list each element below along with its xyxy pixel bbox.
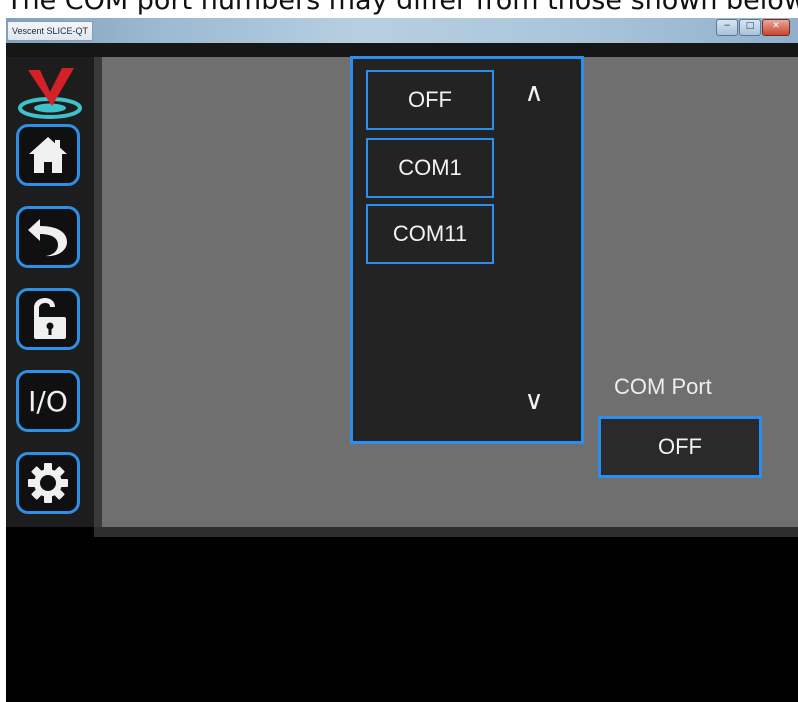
caption-text: The COM port numbers may differ from tho… <box>6 0 798 16</box>
main-bottom-bar <box>94 527 798 537</box>
option-off[interactable]: OFF <box>366 70 494 130</box>
window-controls: − □ ✕ <box>716 19 790 36</box>
io-button[interactable]: I/O <box>16 370 80 432</box>
app-window: Vescent SLICE-QT − □ ✕ I/O OFF COM1 COM1… <box>6 18 798 702</box>
option-com11[interactable]: COM11 <box>366 204 494 264</box>
gear-icon <box>28 463 68 503</box>
header-band <box>6 43 798 57</box>
scroll-down-button[interactable]: ∨ <box>519 386 549 416</box>
back-button[interactable] <box>16 206 80 268</box>
scroll-up-button[interactable]: ∧ <box>519 78 549 108</box>
io-label: I/O <box>28 384 68 418</box>
lock-button[interactable] <box>16 288 80 350</box>
com-port-select[interactable]: OFF <box>598 416 762 478</box>
settings-button[interactable] <box>16 452 80 514</box>
home-icon <box>29 137 67 173</box>
window-title: Vescent SLICE-QT <box>7 21 94 41</box>
vescent-logo <box>18 68 82 119</box>
close-button[interactable]: ✕ <box>762 19 790 36</box>
title-bar: Vescent SLICE-QT − □ ✕ <box>6 18 798 43</box>
home-button[interactable] <box>16 124 80 186</box>
maximize-button[interactable]: □ <box>739 19 761 36</box>
unlock-icon <box>34 298 66 339</box>
com-port-label: COM Port <box>614 374 712 399</box>
option-com1[interactable]: COM1 <box>366 138 494 198</box>
sidebar-divider <box>94 57 102 527</box>
bottom-area <box>6 537 798 702</box>
minimize-button[interactable]: − <box>716 19 738 36</box>
back-arrow-icon <box>28 219 67 257</box>
